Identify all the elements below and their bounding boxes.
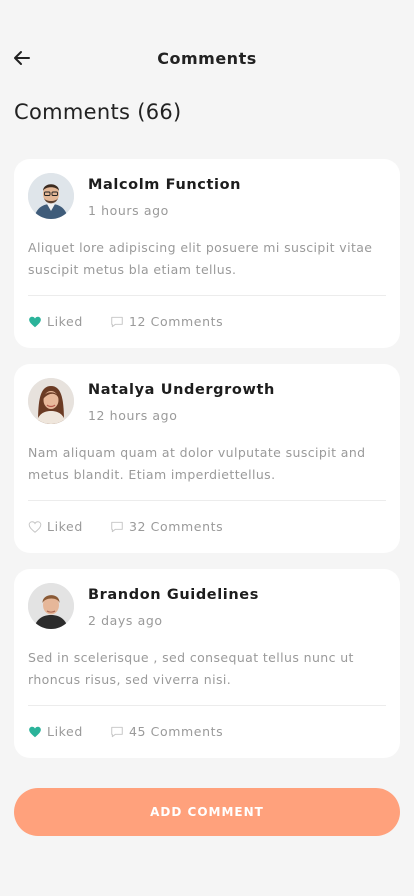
heart-outline-icon	[28, 520, 42, 534]
comment-card: Malcolm Function 1 hours ago Aliquet lor…	[14, 159, 400, 348]
comment-bubble-icon	[110, 315, 124, 329]
heart-filled-icon	[28, 315, 42, 329]
comment-card: Brandon Guidelines 2 days ago Sed in sce…	[14, 569, 400, 758]
comment-text: Aliquet lore adipiscing elit posuere mi …	[28, 240, 373, 277]
comment-author: Brandon Guidelines	[88, 587, 259, 603]
comments-count: 45 Comments	[129, 724, 224, 739]
add-comment-button[interactable]: ADD COMMENT	[14, 788, 400, 836]
comment-bubble-icon	[110, 725, 124, 739]
like-label: Liked	[47, 519, 83, 534]
comments-heading: Comments (66)	[14, 100, 182, 124]
comment-actions: Liked 45 Comments	[28, 724, 386, 742]
comments-button[interactable]: 32 Comments	[110, 519, 223, 534]
comment-actions: Liked 12 Comments	[28, 314, 386, 332]
like-button[interactable]: Liked	[28, 314, 83, 329]
comment-time: 12 hours ago	[88, 408, 178, 423]
comments-button[interactable]: 12 Comments	[110, 314, 223, 329]
comments-button[interactable]: 45 Comments	[110, 724, 223, 739]
top-bar: Comments	[0, 40, 414, 80]
like-label: Liked	[47, 314, 83, 329]
page-title: Comments	[157, 49, 257, 68]
comment-text: Nam aliquam quam at dolor vulputate susc…	[28, 445, 366, 482]
comment-time: 2 days ago	[88, 613, 163, 628]
comments-count: 12 Comments	[129, 314, 224, 329]
comment-bubble-icon	[110, 520, 124, 534]
comment-author: Natalya Undergrowth	[88, 382, 275, 398]
comment-time: 1 hours ago	[88, 203, 169, 218]
avatar[interactable]	[28, 173, 74, 219]
avatar[interactable]	[28, 583, 74, 629]
comment-author: Malcolm Function	[88, 177, 242, 193]
divider	[28, 295, 386, 296]
comment-card: Natalya Undergrowth 12 hours ago Nam ali…	[14, 364, 400, 553]
like-label: Liked	[47, 724, 83, 739]
like-button[interactable]: Liked	[28, 724, 83, 739]
comment-actions: Liked 32 Comments	[28, 519, 386, 537]
divider	[28, 500, 386, 501]
like-button[interactable]: Liked	[28, 519, 83, 534]
comments-count: 32 Comments	[129, 519, 224, 534]
heart-filled-icon	[28, 725, 42, 739]
avatar[interactable]	[28, 378, 74, 424]
comment-text: Sed in scelerisque , sed consequat tellu…	[28, 650, 354, 687]
divider	[28, 705, 386, 706]
